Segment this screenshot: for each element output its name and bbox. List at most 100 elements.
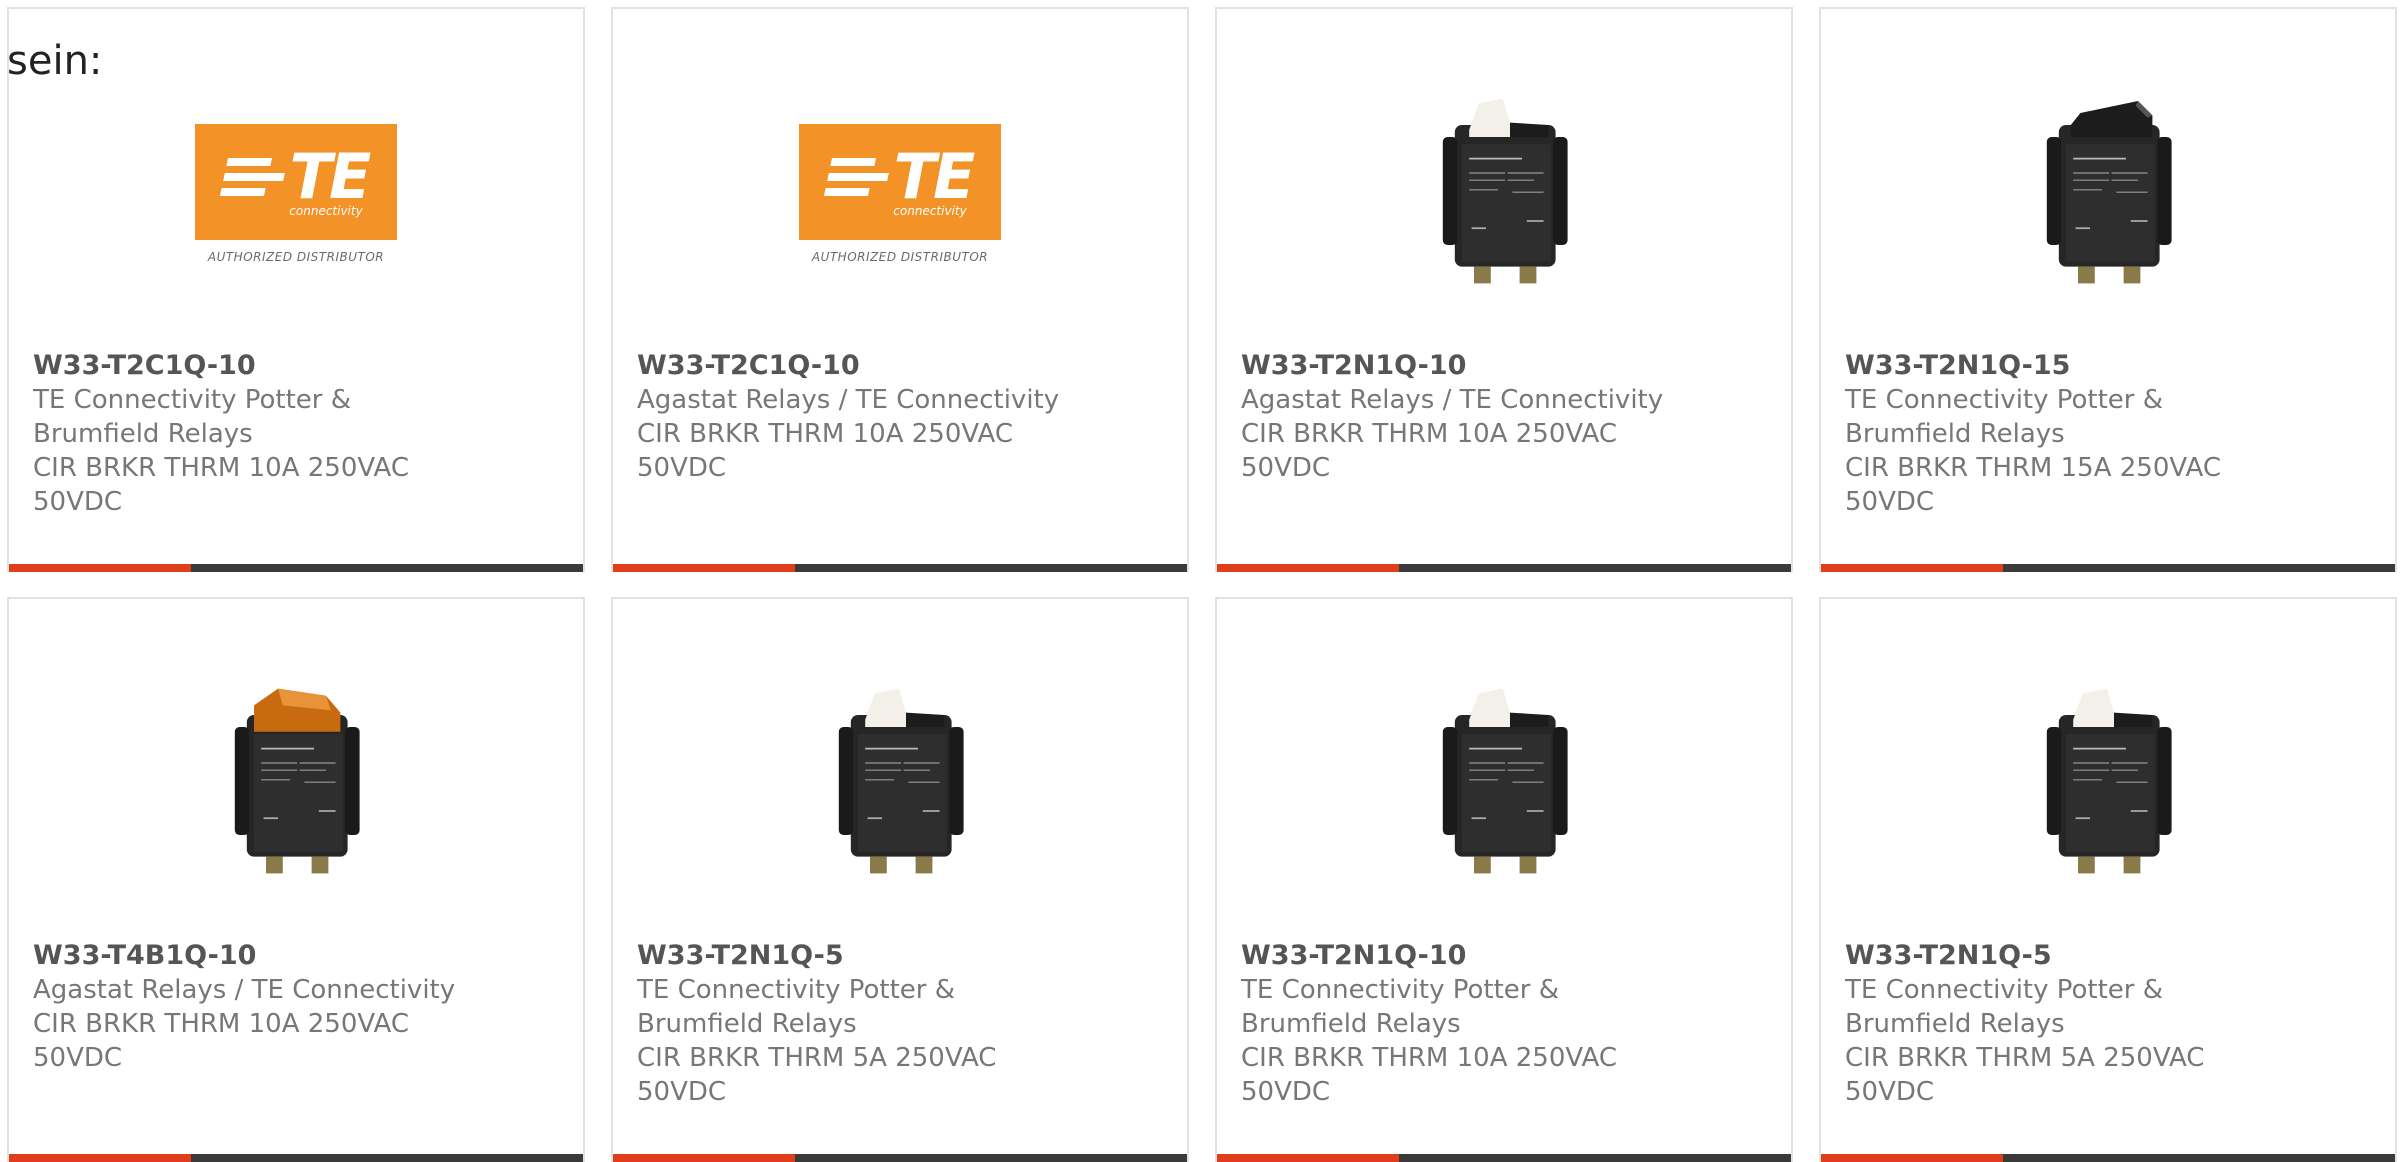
card-accent-bar [613,564,795,572]
te-mark: TE [219,140,372,213]
manufacturer: Agastat Relays / TE Connectivity [637,383,1167,417]
description: CIR BRKR THRM 10A 250VAC 50VDC [33,1007,563,1075]
part-number-link[interactable]: W33-T2C1Q-10 [637,349,1167,383]
part-number-link[interactable]: W33-T2N1Q-10 [1241,349,1771,383]
intro-text: sein: [7,38,103,84]
card-bottom-bar [613,564,1187,572]
description: CIR BRKR THRM 5A 250VAC 50VDC [1845,1041,2375,1109]
te-tagline: AUTHORIZED DISTRIBUTOR [207,250,385,264]
manufacturer-line: Agastat Relays / TE Connectivity [637,385,1060,415]
description-line: 50VDC [637,453,727,483]
description-line: CIR BRKR THRM 10A 250VAC [33,1009,409,1039]
part-number-link[interactable]: W33-T2N1Q-10 [1241,939,1771,973]
circuit-breaker-icon [234,688,360,874]
card-bottom-bar [1821,1154,2395,1162]
description: CIR BRKR THRM 10A 250VAC 50VDC [637,417,1167,485]
description-line: CIR BRKR THRM 15A 250VAC [1845,453,2221,483]
card-bottom-bar [1217,1154,1791,1162]
product-image[interactable] [9,679,583,889]
manufacturer: Agastat Relays / TE Connectivity [1241,383,1771,417]
product-info: W33-T4B1Q-10 Agastat Relays / TE Connect… [33,939,563,1075]
product-image[interactable]: TE connectivity AUTHORIZED DISTRIBUTOR [9,89,583,299]
product-info: W33-T2N1Q-10 TE Connectivity Potter & Bru… [1241,939,1771,1109]
product-card[interactable]: W33-T2N1Q-10 Agastat Relays / TE Connect… [1215,7,1793,572]
manufacturer-line: TE Connectivity Potter & [33,385,352,415]
te-logo: TE connectivity AUTHORIZED DISTRIBUTOR [799,124,1001,264]
manufacturer-line: TE Connectivity Potter & [1845,385,2164,415]
card-bottom-bar [1217,564,1791,572]
te-logo-box: TE connectivity [195,124,397,240]
product-card[interactable]: W33-T2N1Q-5 TE Connectivity Potter & Brum… [611,597,1189,1162]
product-card[interactable]: W33-T4B1Q-10 Agastat Relays / TE Connect… [7,597,585,1162]
manufacturer: TE Connectivity Potter & Brumfield Relays [1845,383,2375,451]
card-accent-bar [613,1154,795,1162]
product-card[interactable]: W33-T2N1Q-15 TE Connectivity Potter & Bru… [1819,7,2397,572]
description: CIR BRKR THRM 10A 250VAC 50VDC [1241,417,1771,485]
description-line: CIR BRKR THRM 10A 250VAC [637,419,1013,449]
circuit-breaker-icon [1442,688,1568,874]
te-stripes-icon [219,158,288,196]
manufacturer: TE Connectivity Potter & Brumfield Relays [33,383,563,451]
product-card[interactable]: W33-T2N1Q-10 TE Connectivity Potter & Bru… [1215,597,1793,1162]
te-wordmark: TE [893,140,976,213]
manufacturer-line: Agastat Relays / TE Connectivity [33,975,456,1005]
manufacturer-line: Agastat Relays / TE Connectivity [1241,385,1664,415]
description-line: CIR BRKR THRM 10A 250VAC [1241,419,1617,449]
manufacturer-line: TE Connectivity Potter & [1241,975,1560,1005]
card-bottom-bar [9,1154,583,1162]
manufacturer: TE Connectivity Potter & Brumfield Relays [637,973,1167,1041]
product-image[interactable] [1217,679,1791,889]
part-number-link[interactable]: W33-T2N1Q-15 [1845,349,2375,383]
part-number-link[interactable]: W33-T4B1Q-10 [33,939,563,973]
circuit-breaker-icon [2046,101,2172,284]
card-accent-bar [9,564,191,572]
te-logo: TE connectivity AUTHORIZED DISTRIBUTOR [195,124,397,264]
description: CIR BRKR THRM 15A 250VAC 50VDC [1845,451,2375,519]
product-image[interactable] [613,679,1187,889]
te-logo-box: TE connectivity [799,124,1001,240]
manufacturer-line: TE Connectivity Potter & [637,975,956,1005]
circuit-breaker-icon [2046,688,2172,874]
te-wordmark: TE [289,140,372,213]
te-stripes-icon [823,158,892,196]
circuit-breaker-icon [1442,98,1568,284]
product-info: W33-T2N1Q-15 TE Connectivity Potter & Bru… [1845,349,2375,519]
card-bottom-bar [613,1154,1187,1162]
product-info: W33-T2C1Q-10 TE Connectivity Potter & Bru… [33,349,563,519]
card-accent-bar [9,1154,191,1162]
manufacturer-line: Brumfield Relays [1845,419,2065,449]
product-image[interactable] [1217,89,1791,299]
te-mark: TE [823,140,976,213]
card-bottom-bar [1821,564,2395,572]
description: CIR BRKR THRM 10A 250VAC 50VDC [1241,1041,1771,1109]
manufacturer-line: TE Connectivity Potter & [1845,975,2164,1005]
card-accent-bar [1821,564,2003,572]
product-card[interactable]: TE connectivity AUTHORIZED DISTRIBUTOR W33… [7,7,585,572]
product-image[interactable]: TE connectivity AUTHORIZED DISTRIBUTOR [613,89,1187,299]
part-number-link[interactable]: W33-T2N1Q-5 [637,939,1167,973]
circuit-breaker-icon [838,688,964,874]
manufacturer: TE Connectivity Potter & Brumfield Relays [1845,973,2375,1041]
description-line: CIR BRKR THRM 10A 250VAC [33,453,409,483]
part-number-link[interactable]: W33-T2C1Q-10 [33,349,563,383]
description-line: 50VDC [33,1043,123,1073]
manufacturer-line: Brumfield Relays [637,1009,857,1039]
card-accent-bar [1217,1154,1399,1162]
part-number-link[interactable]: W33-T2N1Q-5 [1845,939,2375,973]
product-image[interactable] [1821,89,2395,299]
manufacturer: Agastat Relays / TE Connectivity [33,973,563,1007]
product-info: W33-T2N1Q-10 Agastat Relays / TE Connect… [1241,349,1771,485]
description-line: 50VDC [33,487,123,517]
card-bottom-bar [9,564,583,572]
manufacturer: TE Connectivity Potter & Brumfield Relays [1241,973,1771,1041]
product-card[interactable]: W33-T2N1Q-5 TE Connectivity Potter & Brum… [1819,597,2397,1162]
description-line: 50VDC [1845,1077,1935,1107]
manufacturer-line: Brumfield Relays [1845,1009,2065,1039]
product-card[interactable]: TE connectivity AUTHORIZED DISTRIBUTOR W33… [611,7,1189,572]
description-line: 50VDC [1241,453,1331,483]
description-line: 50VDC [1845,487,1935,517]
product-image[interactable] [1821,679,2395,889]
product-grid: TE connectivity AUTHORIZED DISTRIBUTOR W33… [7,7,2400,1162]
te-tagline: AUTHORIZED DISTRIBUTOR [811,250,989,264]
te-subtitle: connectivity [289,204,363,218]
